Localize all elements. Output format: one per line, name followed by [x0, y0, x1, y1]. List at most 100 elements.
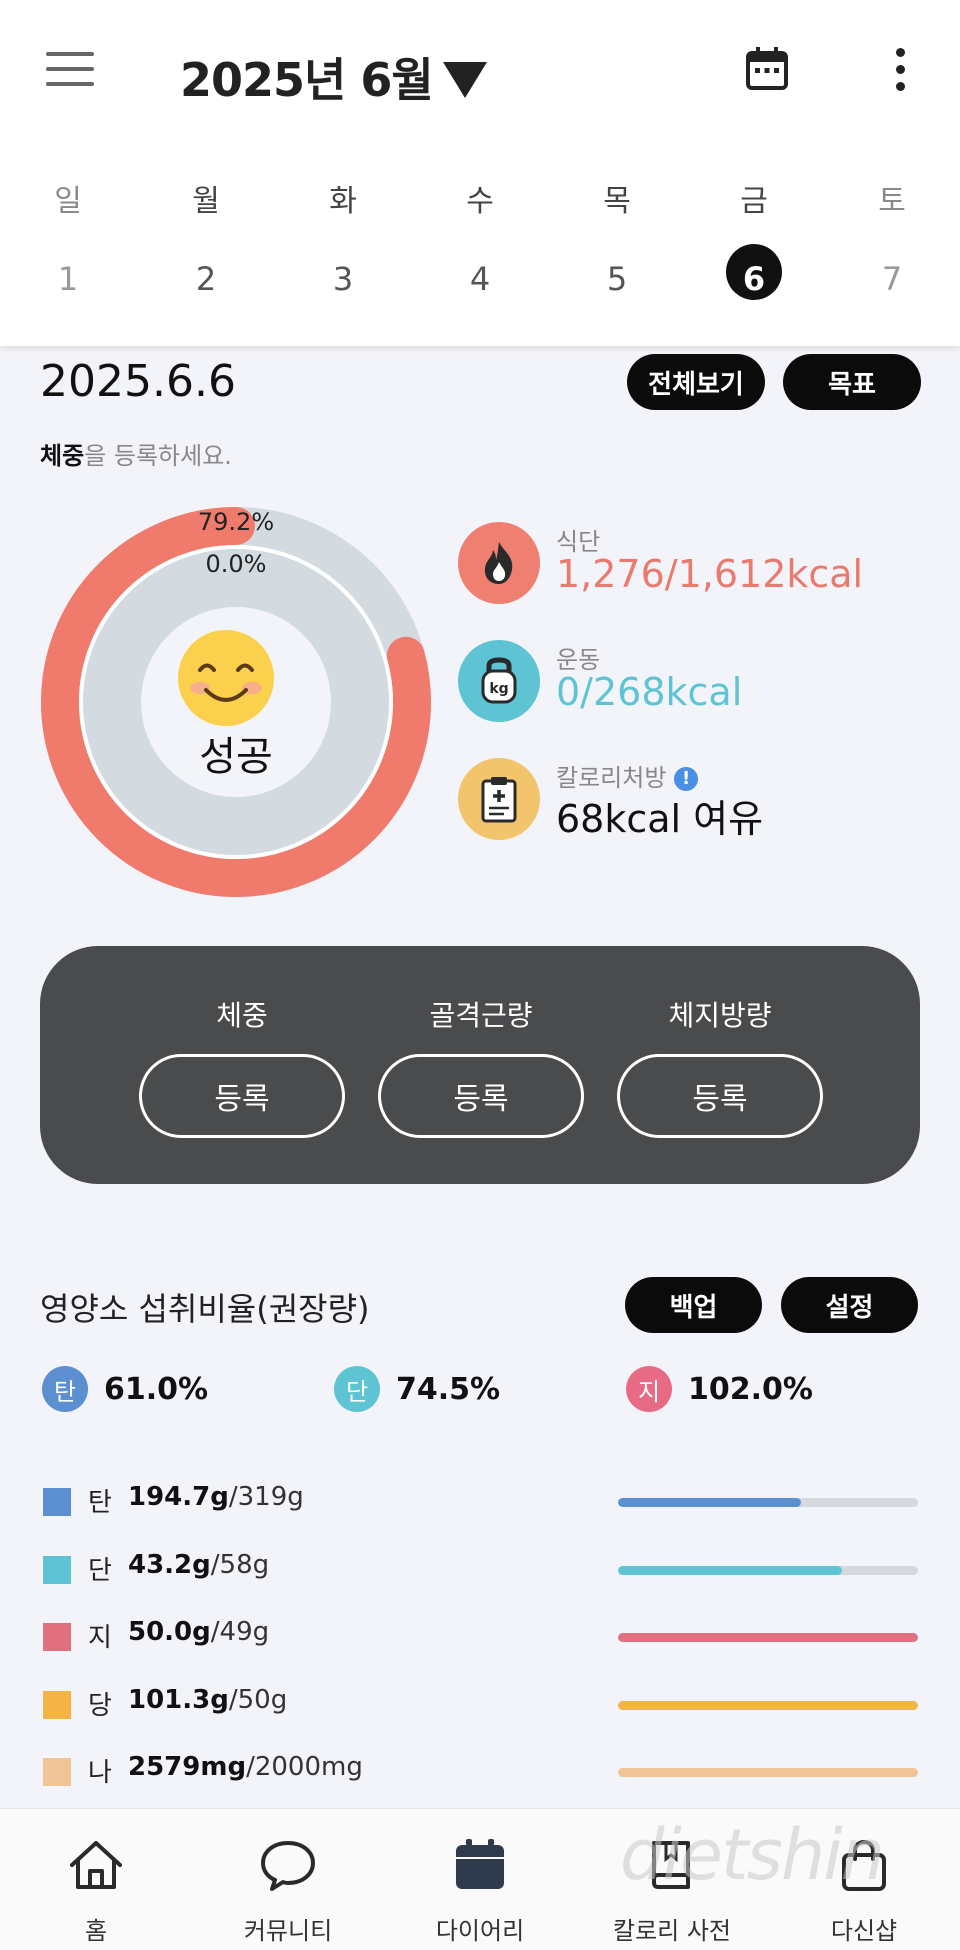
selected-date-label: 2025.6.6: [40, 356, 236, 407]
weight-register-hint[interactable]: 체중을 등록하세요.: [40, 436, 232, 471]
home-icon: [70, 1841, 122, 1889]
outer-percent-label: 79.2%: [197, 508, 275, 536]
diary-calendar-icon: [456, 1839, 504, 1889]
weekday-label: 금: [740, 184, 768, 219]
muscle-column: 골격근량 등록: [378, 994, 584, 1138]
protein-ratio: 단 74.5%: [334, 1366, 500, 1412]
weekday-row: 일 월 화 수 목 금 토: [0, 176, 960, 226]
nutrient-row: 지 50.0g/49g: [40, 1617, 920, 1657]
nutrition-title: 영양소 섭취비율(권장량): [40, 1290, 370, 1328]
backup-button[interactable]: 백업: [625, 1277, 762, 1333]
nutrient-progress-track: [618, 1768, 918, 1777]
nav-label: 다이어리: [435, 1917, 525, 1945]
ratio-value: 102.0%: [688, 1371, 813, 1407]
nav-label: 칼로리 사전: [612, 1917, 732, 1945]
nutrient-name: 탄: [88, 1488, 112, 1518]
nav-label: 다신샵: [830, 1917, 898, 1945]
goal-button[interactable]: 목표: [783, 354, 921, 410]
month-selector[interactable]: 2025년 6월: [180, 44, 487, 110]
caret-down-icon: [442, 61, 487, 98]
carb-ratio: 탄 61.0%: [42, 1366, 208, 1412]
nutrient-progress-fill: [618, 1700, 918, 1710]
kettlebell-icon: kg: [458, 640, 540, 722]
date-cell[interactable]: 5: [577, 260, 657, 298]
watermark-logo: dietshin: [620, 1814, 885, 1896]
stat-value: 1,276/1,612kcal: [556, 552, 864, 596]
weekday-label: 목: [603, 184, 631, 219]
weekday-label: 수: [466, 184, 494, 219]
nutrient-color-square: [43, 1488, 71, 1516]
date-cell[interactable]: 7: [852, 260, 932, 298]
nutrient-name: 단: [88, 1555, 112, 1586]
inner-percent-label: 0.0%: [205, 550, 267, 578]
nutrient-progress-fill: [618, 1633, 918, 1642]
nutrient-name: 나: [88, 1758, 112, 1788]
date-cell[interactable]: 2: [166, 260, 246, 298]
protein-badge: 단: [334, 1366, 380, 1412]
weekday-label: 화: [329, 184, 357, 219]
nutrient-color-square: [43, 1690, 71, 1719]
nutrient-amount: 2579mg/2000mg: [128, 1752, 363, 1782]
nutrient-color-square: [43, 1758, 71, 1786]
column-title: 체중: [216, 999, 268, 1032]
calorie-ring: 79.2% 0.0% 성공: [40, 506, 432, 898]
date-cell[interactable]: 3: [303, 260, 383, 298]
column-title: 체지방량: [668, 999, 772, 1032]
fat-ratio: 지 102.0%: [626, 1366, 813, 1412]
date-row: 1 2 3 4 5 6 7: [0, 244, 960, 310]
nutrient-color-square: [43, 1623, 71, 1651]
nutrient-progress-track: [618, 1565, 918, 1575]
nutrient-progress-fill: [618, 1768, 918, 1777]
weight-column: 체중 등록: [139, 994, 345, 1138]
weekday-label: 월: [192, 184, 220, 219]
hamburger-menu-icon[interactable]: [46, 52, 94, 88]
date-cell[interactable]: 4: [440, 260, 520, 298]
nutrient-row: 단 43.2g/58g: [40, 1550, 920, 1590]
nutrient-progress-track: [618, 1633, 918, 1642]
register-weight-button[interactable]: 등록: [139, 1054, 345, 1138]
stat-value: 0/268kcal: [556, 670, 743, 714]
carb-badge: 탄: [42, 1366, 88, 1412]
body-fat-column: 체지방량 등록: [617, 994, 823, 1138]
clipboard-icon: [458, 758, 540, 840]
fire-icon: [458, 522, 540, 604]
nav-label: 홈: [84, 1917, 108, 1945]
date-cell[interactable]: 1: [28, 260, 108, 298]
settings-button[interactable]: 설정: [781, 1277, 918, 1333]
nav-community[interactable]: 커뮤니티: [192, 1809, 384, 1950]
smiling-face-icon: [178, 630, 274, 726]
nutrient-row: 나 2579mg/2000mg: [40, 1752, 920, 1792]
ratio-value: 61.0%: [104, 1371, 209, 1407]
month-title: 2025년 6월: [180, 53, 434, 107]
nutrient-row: 탄 194.7g/319g: [40, 1482, 920, 1522]
nutrient-amount: 101.3g/50g: [128, 1684, 288, 1715]
status-label: 성공: [199, 734, 273, 780]
nav-diary[interactable]: 다이어리: [384, 1809, 576, 1950]
stat-value: 68kcal 여유: [556, 797, 764, 841]
more-options-icon[interactable]: [892, 48, 908, 94]
nutrient-amount: 43.2g/58g: [128, 1549, 270, 1580]
nav-label: 커뮤니티: [243, 1917, 333, 1945]
date-cell-selected[interactable]: 6: [714, 244, 794, 300]
nutrient-progress-track: [618, 1498, 918, 1507]
view-all-button[interactable]: 전체보기: [627, 354, 765, 410]
nutrient-name: 당: [88, 1690, 112, 1721]
column-title: 골격근량: [429, 999, 533, 1032]
register-muscle-button[interactable]: 등록: [378, 1054, 584, 1138]
body-composition-card: 체중 등록 골격근량 등록 체지방량 등록: [40, 946, 920, 1184]
fat-badge: 지: [626, 1366, 672, 1412]
nutrient-row: 당 101.3g/50g: [40, 1685, 920, 1725]
weekday-label: 토: [878, 184, 906, 219]
nutrient-amount: 50.0g/49g: [128, 1617, 270, 1647]
nutrient-progress-fill: [618, 1498, 801, 1507]
nutrient-amount: 194.7g/319g: [128, 1482, 304, 1512]
nutrient-color-square: [43, 1555, 71, 1584]
chat-bubble-icon: [261, 1841, 315, 1891]
nav-home[interactable]: 홈: [0, 1809, 192, 1950]
register-body-fat-button[interactable]: 등록: [617, 1054, 823, 1138]
weekday-label: 일: [54, 184, 82, 219]
calendar-icon[interactable]: [746, 46, 788, 90]
nutrient-progress-track: [618, 1700, 918, 1710]
calendar-header: 2025년 6월 일 월 화 수 목 금 토 1 2 3 4 5 6 7: [0, 0, 960, 346]
nutrient-name: 지: [88, 1623, 112, 1653]
